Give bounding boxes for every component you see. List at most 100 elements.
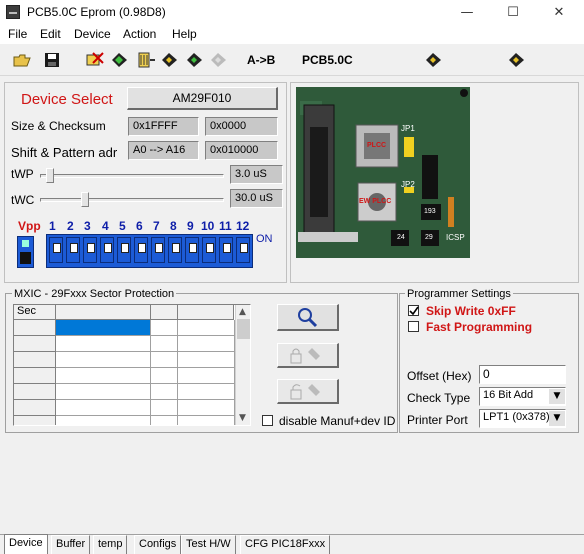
- vpp-switch[interactable]: [17, 236, 34, 268]
- vpp-num-8: 8: [170, 219, 177, 233]
- dip-switch-8[interactable]: [168, 237, 182, 263]
- grid-cell[interactable]: [178, 320, 235, 336]
- grid-cell[interactable]: [56, 336, 151, 352]
- jp2-label: JP2: [401, 180, 415, 189]
- chevron-down-icon[interactable]: ▼: [549, 411, 565, 426]
- grid-cell[interactable]: [151, 416, 178, 425]
- read-chip-icon[interactable]: [136, 51, 156, 69]
- protect-chip-icon[interactable]: [209, 51, 229, 69]
- grid-cell[interactable]: [151, 352, 178, 368]
- grid-column-header: [151, 305, 178, 320]
- dip-switch-4[interactable]: [100, 237, 114, 263]
- disable-manuf-label: disable Manuf+dev ID: [279, 414, 396, 428]
- dip-switch-12[interactable]: [236, 237, 250, 263]
- dip-switch-9[interactable]: [185, 237, 199, 263]
- twp-slider-thumb[interactable]: [45, 168, 54, 183]
- chevron-down-icon[interactable]: ▼: [549, 389, 565, 404]
- vpp-num-5: 5: [119, 219, 126, 233]
- dip-switch-10[interactable]: [202, 237, 216, 263]
- fast-programming-label: Fast Programming: [426, 320, 533, 334]
- open-folder-icon[interactable]: [12, 51, 32, 69]
- dip-switch-7[interactable]: [151, 237, 165, 263]
- vpp-num-7: 7: [153, 219, 160, 233]
- row-header-cell[interactable]: [14, 352, 56, 368]
- device-select-button[interactable]: AM29F010: [127, 87, 278, 110]
- sector-lock-button[interactable]: [277, 343, 339, 368]
- dip-switch-2[interactable]: [66, 237, 80, 263]
- tab-buffer[interactable]: Buffer: [51, 535, 91, 554]
- vpp-num-6: 6: [136, 219, 143, 233]
- grid-cell[interactable]: [56, 384, 151, 400]
- scroll-down-icon[interactable]: ▼: [239, 413, 246, 423]
- tab-configs[interactable]: Configs: [134, 535, 182, 554]
- row-header-cell[interactable]: [14, 384, 56, 400]
- grid-cell[interactable]: [178, 352, 235, 368]
- row-header-cell[interactable]: [14, 416, 56, 425]
- minimize-button[interactable]: —: [444, 0, 490, 24]
- check-type-select[interactable]: 16 Bit Add ▼: [479, 387, 566, 406]
- twc-label: tWC: [11, 193, 35, 207]
- menu-action[interactable]: Action: [123, 27, 156, 41]
- erase-chip-icon[interactable]: [85, 51, 105, 69]
- tab-test-hw[interactable]: Test H/W: [181, 535, 236, 554]
- tab-temp[interactable]: temp: [93, 535, 128, 554]
- dip-switch-3[interactable]: [83, 237, 97, 263]
- grid-cell[interactable]: [178, 384, 235, 400]
- row-header-cell[interactable]: [14, 368, 56, 384]
- grid-cell[interactable]: [151, 384, 178, 400]
- row-header-cell[interactable]: [14, 400, 56, 416]
- dip-switch-6[interactable]: [134, 237, 148, 263]
- sector-grid[interactable]: Sec ▲ ▼: [13, 304, 251, 426]
- grid-cell[interactable]: [151, 320, 178, 336]
- fast-programming-checkbox[interactable]: [408, 321, 419, 332]
- grid-cell[interactable]: [151, 368, 178, 384]
- grid-cell[interactable]: [151, 400, 178, 416]
- grid-cell[interactable]: [178, 336, 235, 352]
- sector-unlock-button[interactable]: [277, 379, 339, 404]
- menu-edit[interactable]: Edit: [40, 27, 61, 41]
- offset-input[interactable]: 0: [479, 365, 566, 384]
- row-header-cell[interactable]: [14, 320, 56, 336]
- offset-label: Offset (Hex): [407, 369, 472, 383]
- grid-scrollbar[interactable]: [235, 305, 250, 425]
- vpp-num-10: 10: [201, 219, 215, 233]
- verify-chip-icon[interactable]: [185, 51, 205, 69]
- menu-help[interactable]: Help: [172, 27, 197, 41]
- close-button[interactable]: ✕: [536, 0, 582, 24]
- dip-switch-1[interactable]: [49, 237, 63, 263]
- checkbox-box[interactable]: [262, 415, 273, 426]
- grid-cell[interactable]: [56, 416, 151, 425]
- test-diamond-icon[interactable]: [424, 51, 444, 69]
- grid-cell[interactable]: [178, 400, 235, 416]
- tab-device[interactable]: Device: [4, 534, 48, 554]
- blank-check-icon[interactable]: [110, 51, 130, 69]
- grid-cell[interactable]: [56, 368, 151, 384]
- grid-cell[interactable]: [56, 400, 151, 416]
- menu-device[interactable]: Device: [74, 27, 111, 41]
- menu-file[interactable]: File: [8, 27, 27, 41]
- save-icon[interactable]: [42, 51, 62, 69]
- program-chip-icon[interactable]: [160, 51, 180, 69]
- pcb-version-button[interactable]: PCB5.0C: [302, 53, 353, 67]
- grid-cell[interactable]: [178, 368, 235, 384]
- skip-write-checkbox[interactable]: [408, 305, 419, 316]
- grid-cell[interactable]: [56, 320, 151, 336]
- tab-cfg-pic18fxxx[interactable]: CFG PIC18Fxxx: [240, 535, 331, 554]
- grid-cell[interactable]: [56, 352, 151, 368]
- grid-cell[interactable]: [178, 416, 235, 425]
- sector-search-button[interactable]: [277, 304, 339, 331]
- twc-slider-thumb[interactable]: [80, 192, 89, 207]
- dip-switch-5[interactable]: [117, 237, 131, 263]
- row-header-cell[interactable]: [14, 336, 56, 352]
- maximize-button[interactable]: ☐: [490, 0, 536, 24]
- config-diamond-icon[interactable]: [507, 51, 527, 69]
- vpp-num-9: 9: [187, 219, 194, 233]
- printer-port-select[interactable]: LPT1 (0x378) ▼: [479, 409, 566, 428]
- scroll-up-icon[interactable]: ▲: [239, 307, 246, 317]
- chip-24-label: 24: [397, 234, 405, 241]
- shift-field: A0 --> A16: [128, 141, 199, 160]
- scrollbar-thumb[interactable]: [237, 319, 250, 339]
- grid-cell[interactable]: [151, 336, 178, 352]
- dip-switch-11[interactable]: [219, 237, 233, 263]
- a-to-b-button[interactable]: A->B: [247, 53, 275, 67]
